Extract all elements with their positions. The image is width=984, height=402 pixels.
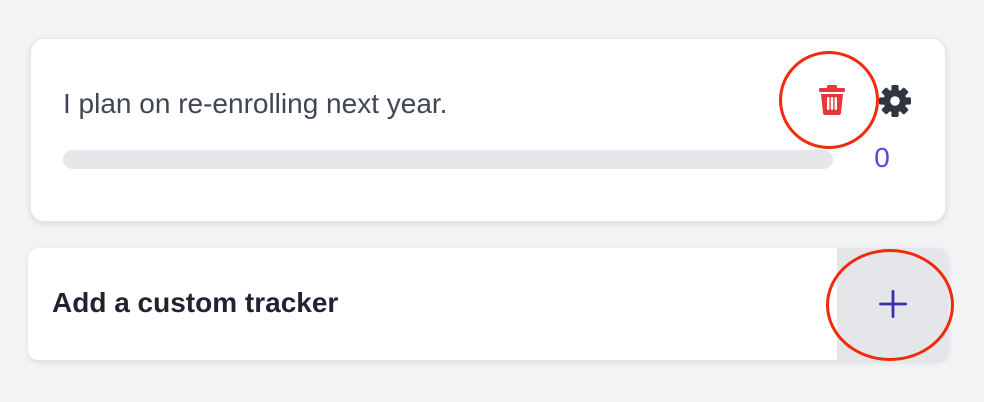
add-tracker-card: Add a custom tracker — [28, 248, 948, 360]
tracker-settings-button[interactable] — [877, 83, 913, 119]
add-tracker-label: Add a custom tracker — [52, 287, 339, 318]
delete-tracker-button[interactable] — [815, 83, 849, 117]
tracker-count: 0 — [874, 142, 890, 173]
tracker-progress-bar — [63, 150, 833, 169]
tracker-card: I plan on re-enrolling next year. 0 — [30, 38, 946, 222]
tracker-text: I plan on re-enrolling next year. — [63, 88, 448, 119]
trash-icon — [819, 85, 845, 115]
plus-icon — [878, 290, 907, 318]
add-tracker-button[interactable] — [837, 248, 948, 360]
gear-icon — [879, 85, 911, 117]
